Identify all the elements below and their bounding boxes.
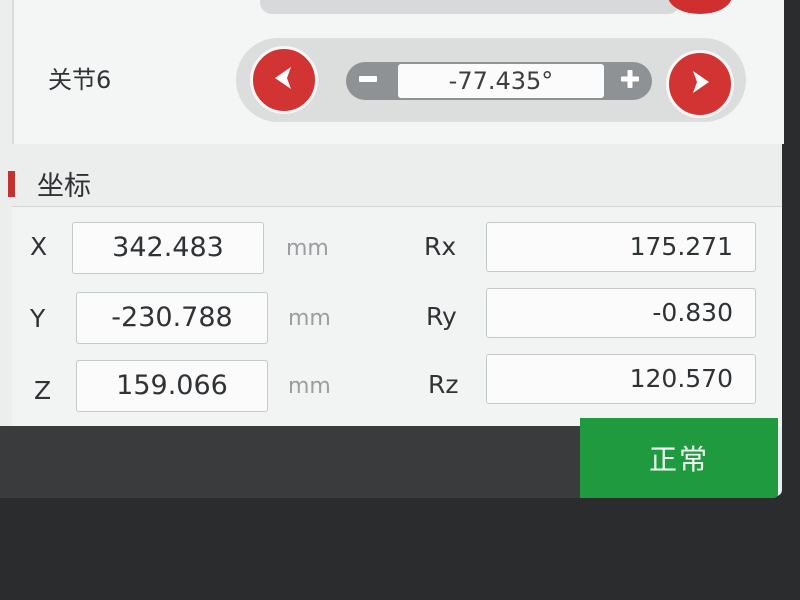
- status-text: 正常: [648, 443, 709, 476]
- axis-label-ry: Ry: [426, 302, 457, 331]
- coordinates-title: 坐标: [37, 171, 91, 202]
- joint-label: 关节6: [48, 66, 112, 94]
- joint-increase-button[interactable]: [666, 50, 734, 118]
- status-indicator: 正常: [580, 418, 778, 498]
- bottom-bar: [0, 426, 580, 498]
- joint-stepper: -77.435°: [346, 62, 652, 100]
- axis-label-x: X: [30, 232, 48, 261]
- previous-row-strip: [260, 0, 680, 14]
- section-marker: [8, 170, 15, 197]
- axis-label-z: Z: [34, 376, 52, 405]
- ry-value-field[interactable]: -0.830: [486, 288, 756, 338]
- axis-label-rz: Rz: [428, 370, 459, 399]
- axis-label-rx: Rx: [424, 232, 457, 261]
- plus-icon: [618, 67, 642, 95]
- y-unit: mm: [288, 306, 331, 331]
- joint-control: -77.435°: [236, 38, 746, 122]
- coordinates-section-header: 坐标: [8, 164, 91, 203]
- joint-minus-button[interactable]: [348, 65, 388, 97]
- axis-label-y: Y: [30, 304, 46, 333]
- x-value-field[interactable]: 342.483: [72, 222, 264, 274]
- z-value-field[interactable]: 159.066: [76, 360, 268, 412]
- screen: 关节6 -77.435° 坐标 X 342.483 mm Rx 175.271 …: [0, 0, 800, 600]
- joint-decrease-button[interactable]: [250, 46, 318, 114]
- rz-value-field[interactable]: 120.570: [486, 354, 756, 404]
- chevron-left-icon: [267, 61, 301, 99]
- chevron-right-icon: [683, 65, 717, 103]
- rx-value-field[interactable]: 175.271: [486, 222, 756, 272]
- y-value-field[interactable]: -230.788: [76, 292, 268, 344]
- joint-value-field[interactable]: -77.435°: [398, 64, 604, 98]
- minus-icon: [356, 67, 380, 95]
- z-unit: mm: [288, 374, 331, 399]
- joint-plus-button[interactable]: [610, 65, 650, 97]
- x-unit: mm: [286, 236, 329, 261]
